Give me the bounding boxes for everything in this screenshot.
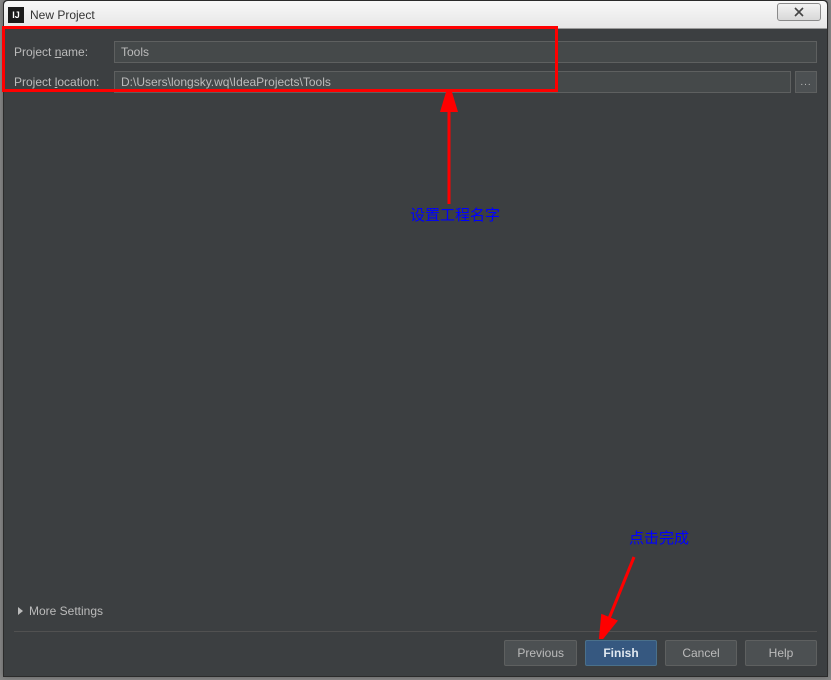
- separator: [14, 631, 817, 632]
- project-name-input[interactable]: [114, 41, 817, 63]
- button-bar: Previous Finish Cancel Help: [504, 640, 817, 666]
- close-button[interactable]: [777, 3, 821, 21]
- annotation-text-2: 点击完成: [629, 527, 689, 548]
- new-project-dialog: IJ New Project Project name: Project loc…: [3, 0, 828, 677]
- previous-button[interactable]: Previous: [504, 640, 577, 666]
- project-name-label: Project name:: [14, 45, 114, 59]
- annotation-text-1: 设置工程名字: [410, 204, 500, 225]
- project-location-label: Project location:: [14, 75, 114, 89]
- project-name-row: Project name:: [14, 41, 817, 63]
- browse-button[interactable]: ...: [795, 71, 817, 93]
- close-icon: [794, 7, 804, 17]
- more-settings-label: More Settings: [29, 604, 103, 618]
- window-title: New Project: [30, 8, 95, 22]
- help-button[interactable]: Help: [745, 640, 817, 666]
- finish-button[interactable]: Finish: [585, 640, 657, 666]
- dialog-content: Project name: Project location: ... More…: [4, 29, 827, 676]
- cancel-button[interactable]: Cancel: [665, 640, 737, 666]
- titlebar: IJ New Project: [4, 1, 827, 29]
- chevron-right-icon: [18, 607, 23, 615]
- annotation-arrow-2: [589, 549, 649, 639]
- annotation-arrow-1: [434, 89, 464, 209]
- project-location-input[interactable]: [114, 71, 791, 93]
- project-location-row: Project location: ...: [14, 71, 817, 93]
- app-icon: IJ: [8, 7, 24, 23]
- more-settings-toggle[interactable]: More Settings: [18, 604, 103, 618]
